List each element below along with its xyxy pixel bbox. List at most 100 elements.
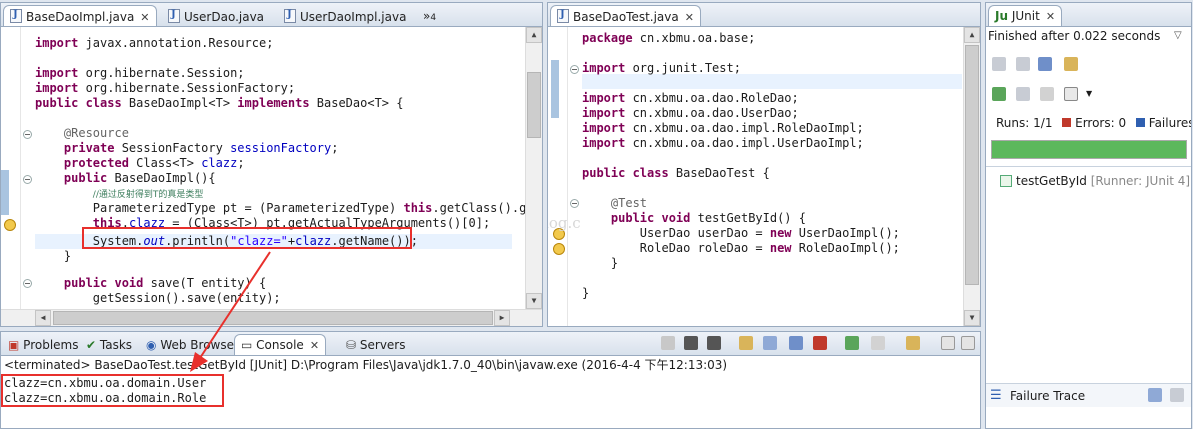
close-icon[interactable]: ✕	[310, 339, 319, 352]
java-file-icon	[168, 9, 180, 23]
clear-console-icon[interactable]	[763, 336, 777, 350]
tab-tasks[interactable]: ✔ Tasks	[79, 334, 139, 355]
scroll-left-icon[interactable]: ◀	[35, 310, 51, 326]
java-file-icon	[10, 9, 22, 23]
scroll-thumb[interactable]	[53, 311, 493, 325]
failures-icon	[1135, 118, 1145, 127]
tab-servers[interactable]: ⛁ Servers	[339, 334, 413, 355]
test-passed-icon	[1000, 175, 1012, 187]
rerun-test-icon[interactable]	[992, 87, 1006, 101]
view-menu-icon[interactable]: ▽	[1174, 30, 1182, 41]
new-console-icon[interactable]	[906, 336, 920, 350]
history-dropdown-icon[interactable]: ▼	[1086, 89, 1092, 98]
history-icon[interactable]	[1064, 87, 1078, 101]
change-marker	[551, 60, 559, 118]
console-line: clazz=cn.xbmu.oa.domain.User	[4, 376, 207, 390]
scroll-right-icon[interactable]: ▶	[494, 310, 510, 326]
compare-results-icon[interactable]	[1148, 388, 1162, 402]
junit-tabbar: Ju JUnit ✕	[986, 3, 1191, 27]
tab-overflow[interactable]: »4	[416, 5, 443, 26]
junit-toolbar-2: ▼	[986, 83, 1191, 107]
junit-view: Ju JUnit ✕ Finished after 0.022 seconds ▽…	[985, 2, 1192, 429]
stack-icon: ☰	[990, 388, 1002, 403]
scroll-up-icon[interactable]: ▲	[964, 27, 980, 43]
horizontal-scrollbar[interactable]: ◀ ▶	[1, 309, 542, 326]
junit-icon: Ju	[995, 9, 1009, 23]
next-failure-icon[interactable]	[992, 57, 1006, 71]
failure-trace-header: ☰ Failure Trace	[986, 383, 1191, 407]
runs-count: 1/1	[1033, 116, 1053, 130]
errors-icon	[1062, 118, 1072, 127]
scroll-up-icon[interactable]: ▲	[526, 27, 542, 43]
tab-web-browser[interactable]: ◉ Web Browser	[139, 334, 246, 355]
editor-baseDaoTest: BaseDaoTest.java✕ package cn.xbmu.oa.bas…	[547, 2, 981, 327]
scroll-lock-icon[interactable]	[1064, 57, 1078, 71]
fold-icon[interactable]	[570, 199, 579, 208]
test-tree: testGetById [Runner: JUnit 4]	[986, 166, 1191, 371]
scroll-lock-icon[interactable]	[739, 336, 753, 350]
word-wrap-icon[interactable]	[813, 336, 827, 350]
editor-tabbar: BaseDaoTest.java✕	[548, 3, 980, 27]
fold-icon[interactable]	[570, 65, 579, 74]
globe-icon: ◉	[146, 338, 157, 352]
change-marker	[1, 170, 9, 215]
tab-userdao[interactable]: UserDao.java	[161, 5, 271, 26]
test-item[interactable]: testGetById [Runner: JUnit 4]	[1000, 174, 1190, 188]
java-file-icon	[557, 9, 569, 23]
scroll-thumb[interactable]	[965, 45, 979, 285]
watermark: http://blog.c	[548, 214, 581, 232]
console-line: clazz=cn.xbmu.oa.domain.Role	[4, 391, 207, 405]
tab-console[interactable]: ▭ Console ✕	[234, 334, 327, 355]
errors-count: 0	[1118, 116, 1127, 130]
progress-track	[991, 140, 1187, 159]
fold-icon[interactable]	[23, 175, 32, 184]
code-area[interactable]: package cn.xbmu.oa.base; import org.juni…	[548, 27, 980, 326]
maximize-icon[interactable]	[961, 336, 975, 350]
editor-baseDaoImpl: BaseDaoImpl.java✕ UserDao.java UserDaoIm…	[0, 2, 543, 327]
fold-icon[interactable]	[23, 279, 32, 288]
fold-icon[interactable]	[23, 130, 32, 139]
close-icon[interactable]: ✕	[685, 11, 694, 24]
pin-console-icon[interactable]	[789, 336, 803, 350]
tab-basedaotest[interactable]: BaseDaoTest.java✕	[550, 5, 701, 26]
console-view: ▣ Problems ✔ Tasks ◉ Web Browser ▭ Conso…	[0, 331, 981, 429]
scroll-thumb[interactable]	[527, 72, 541, 138]
problems-icon: ▣	[8, 338, 20, 352]
console-status: <terminated> BaseDaoTest.testGetById [JU…	[1, 356, 980, 374]
java-file-icon	[284, 9, 296, 23]
vertical-scrollbar[interactable]: ▲ ▼	[963, 27, 980, 326]
progress-bar-fill	[992, 141, 1186, 158]
previous-failure-icon[interactable]	[1016, 57, 1030, 71]
tab-problems[interactable]: ▣ Problems	[1, 334, 85, 355]
rerun-failed-icon[interactable]	[1016, 87, 1030, 101]
minimize-icon[interactable]	[941, 336, 955, 350]
tab-userdaoimpl[interactable]: UserDaoImpl.java	[277, 5, 413, 26]
current-line-highlight	[582, 74, 962, 89]
junit-finished-text: Finished after 0.022 seconds	[988, 29, 1161, 43]
tasks-icon: ✔	[86, 338, 97, 352]
code-area[interactable]: import javax.annotation.Resource; import…	[1, 27, 542, 326]
servers-icon: ⛁	[346, 338, 357, 352]
scroll-down-icon[interactable]: ▼	[526, 293, 542, 309]
console-tabbar: ▣ Problems ✔ Tasks ◉ Web Browser ▭ Conso…	[1, 332, 980, 356]
warning-icon	[553, 243, 565, 255]
scroll-down-icon[interactable]: ▼	[964, 310, 980, 326]
close-icon[interactable]: ✕	[140, 11, 149, 24]
tab-junit[interactable]: Ju JUnit ✕	[988, 5, 1063, 26]
show-failures-only-icon[interactable]	[1038, 57, 1052, 71]
remove-launch-icon[interactable]	[684, 336, 698, 350]
display-console-icon[interactable]	[871, 336, 885, 350]
tab-basedaoimpl[interactable]: BaseDaoImpl.java✕	[3, 5, 157, 26]
vertical-scrollbar[interactable]: ▲ ▼	[525, 27, 542, 309]
stop-icon[interactable]	[661, 336, 675, 350]
warning-icon	[4, 219, 16, 231]
console-icon: ▭	[241, 338, 253, 352]
junit-toolbar-1	[986, 53, 1191, 77]
remove-all-icon[interactable]	[707, 336, 721, 350]
stop-icon[interactable]	[1040, 87, 1054, 101]
console-output[interactable]: clazz=cn.xbmu.oa.domain.User clazz=cn.xb…	[1, 374, 980, 428]
open-console-icon[interactable]	[845, 336, 859, 350]
filter-stack-icon[interactable]	[1170, 388, 1184, 402]
close-icon[interactable]: ✕	[1046, 10, 1055, 23]
editor-tabbar: BaseDaoImpl.java✕ UserDao.java UserDaoIm…	[1, 3, 542, 27]
